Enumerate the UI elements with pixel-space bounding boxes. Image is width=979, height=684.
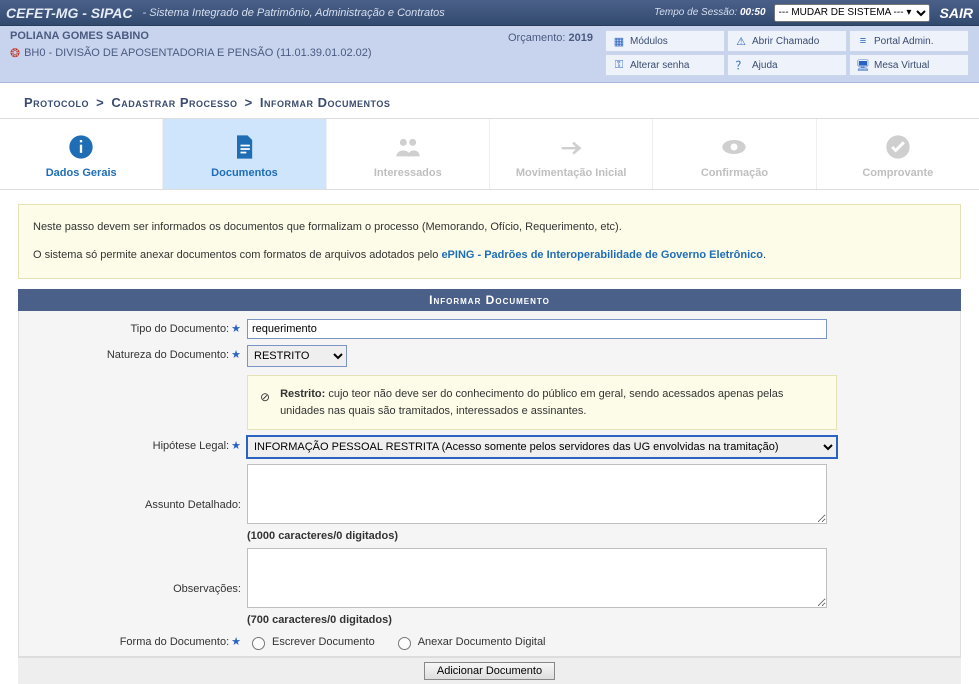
eping-link[interactable]: ePING - Padrões de Interoperabilidade de… xyxy=(441,249,763,261)
block-icon: ⊘ xyxy=(260,388,270,406)
help-link[interactable]: ？ Ajuda xyxy=(727,54,847,76)
tipo-label: Tipo do Documento:★ xyxy=(27,319,247,335)
breadcrumb-cadastrar[interactable]: Cadastrar Processo xyxy=(111,95,237,110)
step-movimentacao: Movimentação Inicial xyxy=(490,119,653,189)
assunto-counter: (1000 caracteres/0 digitados) xyxy=(247,530,952,542)
forma-label: Forma do Documento:★ xyxy=(27,632,247,648)
modules-icon: ▦ xyxy=(612,35,626,48)
open-ticket-link[interactable]: ⚠ Abrir Chamado xyxy=(727,30,847,52)
wizard-steps: Dados Gerais Documentos Interessados Mov… xyxy=(0,118,979,190)
quick-links: ▦ Módulos ⚠ Abrir Chamado ≡ Portal Admin… xyxy=(605,30,969,76)
arrow-icon xyxy=(557,133,585,161)
user-bar: POLIANA GOMES SABINO ❂ BH0 - DIVISÃO DE … xyxy=(0,26,979,83)
natureza-label: Natureza do Documento:★ xyxy=(27,345,247,361)
user-unit: ❂ BH0 - DIVISÃO DE APOSENTADORIA E PENSÃ… xyxy=(10,46,508,60)
globe-icon: ❂ xyxy=(10,46,20,60)
restrito-note: ⊘ Restrito: cujo teor não deve ser do co… xyxy=(247,375,837,430)
breadcrumb-informar: Informar Documentos xyxy=(260,95,390,110)
tipo-documento-input[interactable] xyxy=(247,319,827,339)
step-confirmacao: Confirmação xyxy=(653,119,816,189)
hipotese-select[interactable]: INFORMAÇÃO PESSOAL RESTRITA (Acesso some… xyxy=(247,436,837,458)
instructions-line2: O sistema só permite anexar documentos c… xyxy=(33,247,946,265)
key-icon: ⚿ xyxy=(612,59,626,72)
desk-icon: 🖥 xyxy=(856,59,870,72)
user-name: POLIANA GOMES SABINO xyxy=(10,30,508,42)
forma-escrever-radio[interactable] xyxy=(252,637,265,650)
instructions-box: Neste passo devem ser informados os docu… xyxy=(18,204,961,279)
help-icon: ？ xyxy=(734,57,748,73)
logout-link[interactable]: SAIR xyxy=(940,5,973,21)
obs-counter: (700 caracteres/0 digitados) xyxy=(247,614,952,626)
mesa-virtual-link[interactable]: 🖥 Mesa Virtual xyxy=(849,54,969,76)
forma-escrever-option[interactable]: Escrever Documento xyxy=(247,634,375,650)
system-switch-select[interactable]: --- MUDAR DE SISTEMA --- ▾ xyxy=(774,4,930,22)
alert-icon: ⚠ xyxy=(734,35,748,48)
people-icon xyxy=(394,133,422,161)
info-icon xyxy=(67,133,95,161)
modules-link[interactable]: ▦ Módulos xyxy=(605,30,725,52)
assunto-textarea[interactable] xyxy=(247,464,827,524)
obs-label: Observações: xyxy=(27,580,247,595)
instructions-line1: Neste passo devem ser informados os docu… xyxy=(33,219,946,237)
budget-year: Orçamento: 2019 xyxy=(508,30,605,44)
step-comprovante: Comprovante xyxy=(817,119,979,189)
step-dados-gerais[interactable]: Dados Gerais xyxy=(0,119,163,189)
session-time: Tempo de Sessão: 00:50 xyxy=(654,7,765,18)
form-title: Informar Documento xyxy=(18,289,961,311)
breadcrumb: Protocolo > Cadastrar Processo > Informa… xyxy=(0,83,979,118)
menu-icon: ≡ xyxy=(856,35,870,47)
top-bar: CEFET-MG - SIPAC - Sistema Integrado de … xyxy=(0,0,979,26)
change-password-link[interactable]: ⚿ Alterar senha xyxy=(605,54,725,76)
natureza-select[interactable]: RESTRITO xyxy=(247,345,347,367)
adicionar-documento-button[interactable]: Adicionar Documento xyxy=(424,662,555,680)
forma-anexar-option[interactable]: Anexar Documento Digital xyxy=(393,634,546,650)
brand: CEFET-MG - SIPAC xyxy=(6,5,133,21)
forma-anexar-radio[interactable] xyxy=(398,637,411,650)
step-interessados: Interessados xyxy=(327,119,490,189)
portal-admin-link[interactable]: ≡ Portal Admin. xyxy=(849,30,969,52)
hipotese-label: Hipótese Legal:★ xyxy=(27,436,247,452)
assunto-label: Assunto Detalhado: xyxy=(27,496,247,511)
check-icon xyxy=(884,133,912,161)
brand-subtitle: - Sistema Integrado de Patrimônio, Admin… xyxy=(143,7,655,19)
breadcrumb-protocolo[interactable]: Protocolo xyxy=(24,95,89,110)
step-documentos[interactable]: Documentos xyxy=(163,119,326,189)
document-form: Informar Documento Tipo do Documento:★ N… xyxy=(18,289,961,684)
obs-textarea[interactable] xyxy=(247,548,827,608)
eye-icon xyxy=(720,133,748,161)
document-icon xyxy=(230,133,258,161)
